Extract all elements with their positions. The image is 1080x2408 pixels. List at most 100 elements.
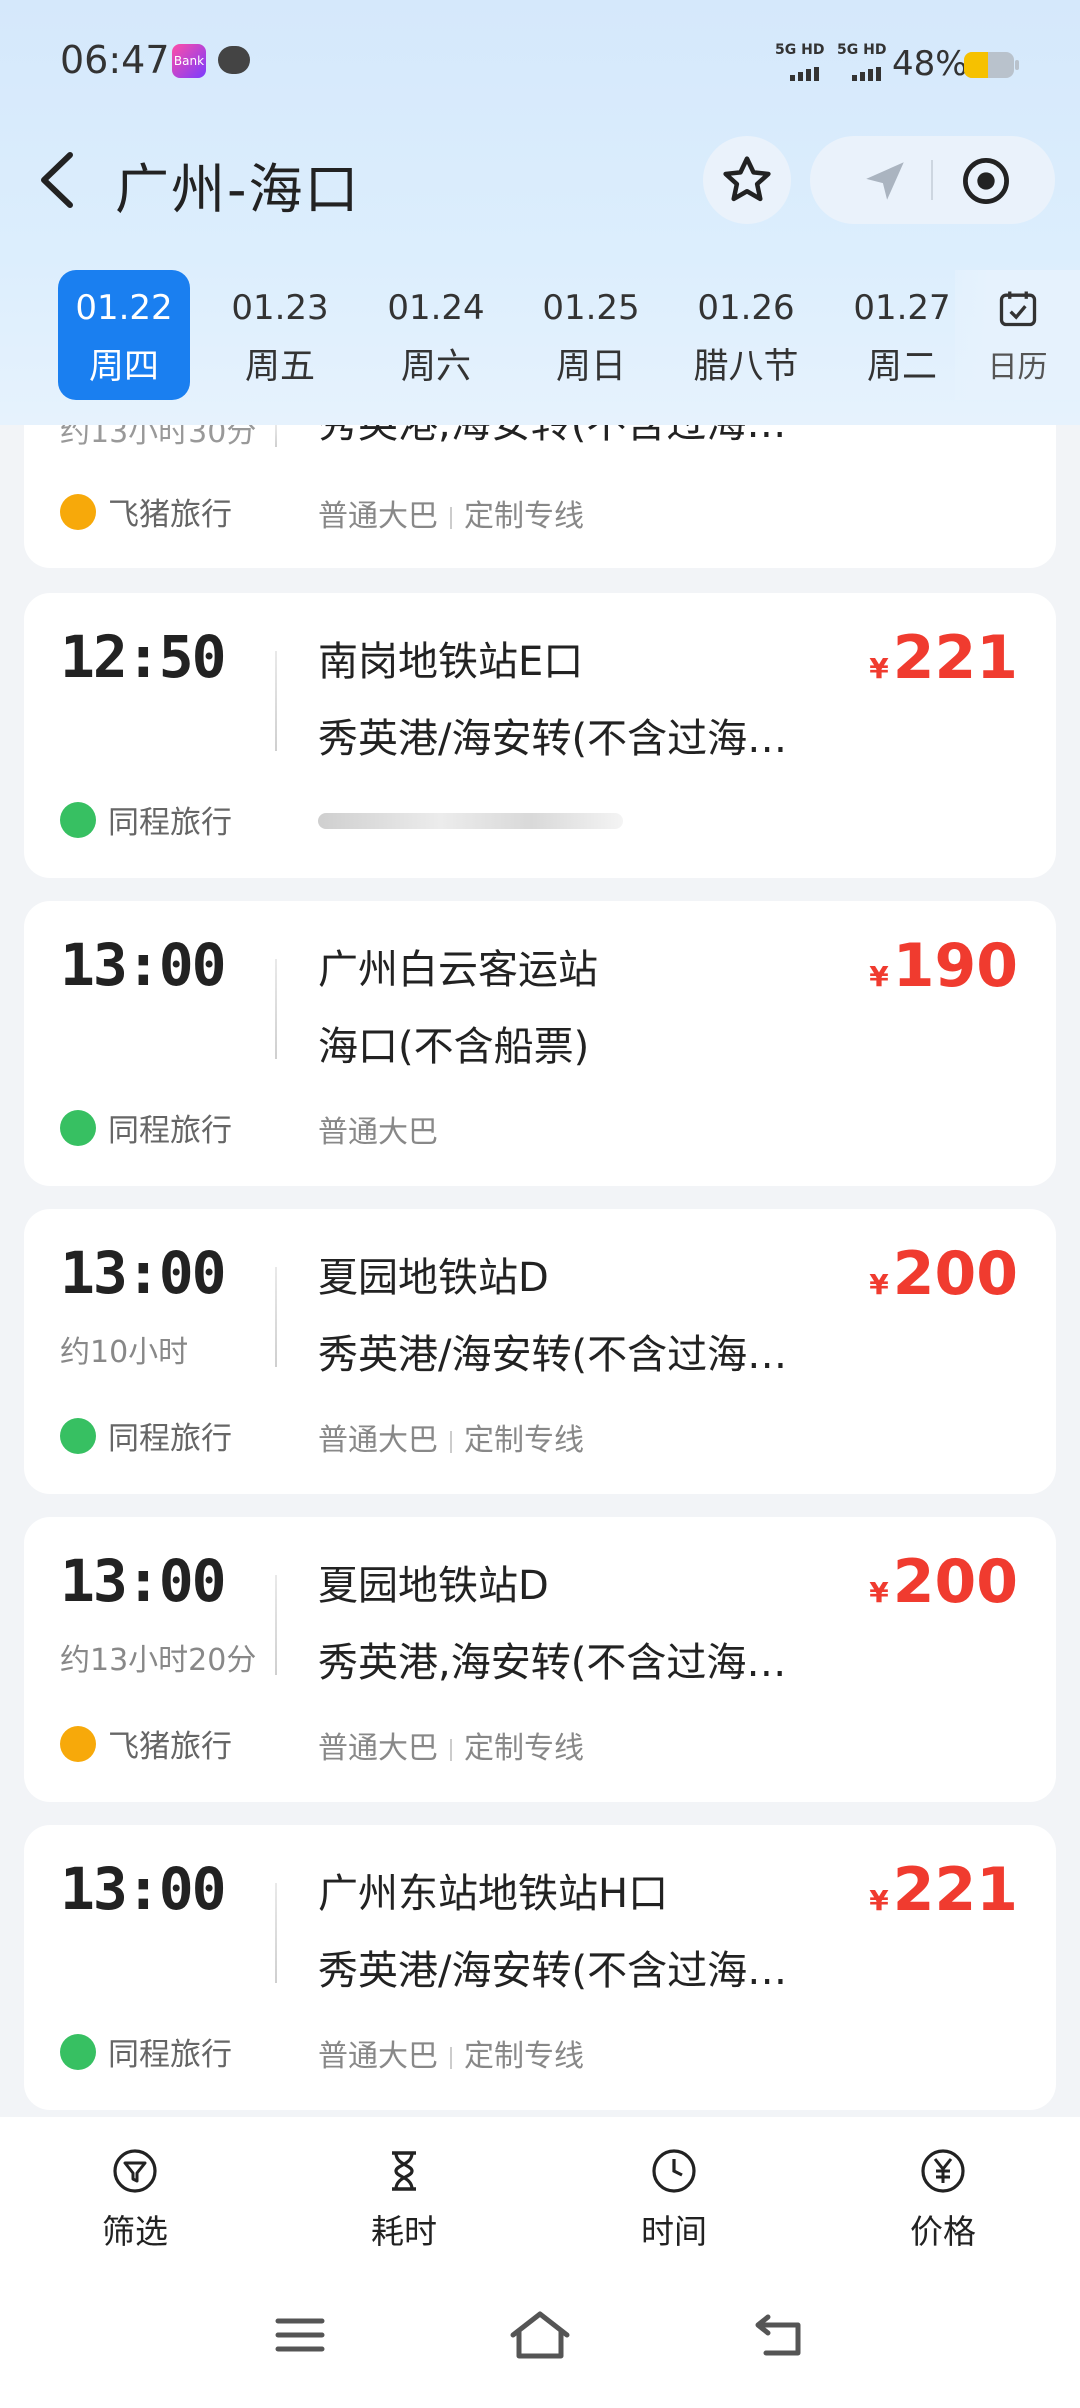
vendor-name: 飞猪旅行 [108,1729,232,1765]
date-tab-0126[interactable]: 01.26 腊八节 [680,270,812,400]
price: ¥190 [869,931,1018,1001]
bank-app-icon: Bank [172,44,206,78]
destination-label: 秀英港/海安转(不含过海… [318,1332,788,1378]
date-label: 01.25 [542,288,640,328]
tab-price[interactable]: 价格 [853,2147,1033,2253]
tab-label: 时间 [641,2212,707,2251]
signal-icon-1 [790,62,822,81]
currency-symbol: ¥ [869,1576,889,1609]
tab-label: 价格 [910,2212,976,2251]
price: ¥221 [869,623,1018,693]
tongcheng-logo-icon [60,801,96,838]
origin-label: 广州东站地铁站H口 [318,1871,669,1917]
fliggy-logo-icon [60,1725,96,1762]
result-card[interactable]: 12:50 南岗地铁站E口 秀英港/海安转(不含过海… ¥221 同程旅行 [24,593,1056,878]
network-label-2: 5G HD [837,42,887,58]
tag: 普通大巴 [318,1115,438,1150]
price: ¥221 [869,1855,1018,1925]
weekday-label: 腊八节 [693,347,799,387]
destination-label: 秀英港,海安转(不含过海… [318,425,786,449]
system-nav-bar [0,2267,1080,2408]
result-card[interactable]: 13:00 广州白云客运站 海口(不含船票) ¥190 同程旅行 普通大巴 [24,901,1056,1186]
close-miniapp-button[interactable] [960,155,1012,211]
date-tab-0122[interactable]: 01.22 周四 [58,270,190,400]
battery-icon [964,52,1014,78]
price-value: 221 [892,1855,1018,1925]
weekday-label: 周六 [400,347,471,387]
duration-label: 约10小时 [60,1335,189,1370]
result-card[interactable]: 13:00 约13小时20分 夏园地铁站D 秀英港,海安转(不含过海… ¥200… [24,1517,1056,1802]
target-icon [963,158,1009,204]
date-tab-0127[interactable]: 01.27 周二 [836,270,968,400]
capsule-menu [810,136,1055,224]
vendor: 同程旅行 [60,1413,232,1458]
date-tab-0123[interactable]: 01.23 周五 [214,270,346,400]
home-icon[interactable] [509,2309,571,2361]
departure-time: 13:00 [60,1855,227,1923]
tag: 普通大巴 [318,1423,438,1458]
weekday-label: 周日 [555,347,626,387]
tags: 普通大巴 定制专线 [318,1723,584,1767]
favorite-button[interactable] [703,136,791,224]
tab-label: 耗时 [371,2212,437,2251]
header-background: 06:47 Bank 5G HD 5G HD 48% 广州-海口 01.22 周… [0,0,1080,425]
vendor-name: 同程旅行 [108,1113,232,1149]
menu-icon[interactable] [275,2315,325,2355]
capsule-divider [931,160,933,200]
weekday-label: 周二 [866,347,937,387]
result-card[interactable]: 13:00 约10小时 夏园地铁站D 秀英港/海安转(不含过海… ¥200 同程… [24,1209,1056,1494]
calendar-icon [999,291,1036,327]
calendar-button[interactable]: 日历 [955,270,1080,400]
weekday-label: 周五 [244,347,315,387]
network-label-1: 5G HD [775,42,825,58]
calendar-label: 日历 [987,350,1048,385]
departure-time: 13:00 [60,1547,227,1615]
date-label: 01.22 [75,288,173,328]
tab-time[interactable]: 时间 [584,2147,764,2253]
price-value: 200 [892,1239,1018,1309]
date-label: 01.27 [853,288,951,328]
chevron-left-icon [41,152,73,208]
tags: 普通大巴 定制专线 [318,491,584,535]
tag: 普通大巴 [318,1731,438,1766]
date-tab-0125[interactable]: 01.25 周日 [525,270,657,400]
tab-label: 筛选 [102,2212,168,2251]
currency-symbol: ¥ [869,1268,889,1301]
vendor-name: 同程旅行 [108,1421,232,1457]
message-icon [218,46,250,74]
navigation-button[interactable] [860,156,910,210]
destination-label: 海口(不含船票) [318,1024,590,1070]
origin-label: 南岗地铁站E口 [318,639,584,685]
tag-divider [450,506,452,529]
date-tab-0124[interactable]: 01.24 周六 [370,270,502,400]
tab-duration[interactable]: 耗时 [314,2147,494,2253]
tags: 普通大巴 定制专线 [318,2031,584,2075]
star-icon [723,156,771,202]
tag: 定制专线 [464,499,584,534]
tag-divider [450,1738,452,1761]
duration-label: 约13小时20分 [60,1643,257,1678]
result-card[interactable]: 约13小时30分 秀英港,海安转(不含过海… 飞猪旅行 普通大巴定制专线 [24,425,1056,568]
result-card[interactable]: 13:00 广州东站地铁站H口 秀英港/海安转(不含过海… ¥221 同程旅行 … [24,1825,1056,2110]
back-button[interactable] [30,145,90,215]
route-line [275,1575,277,1675]
vendor: 飞猪旅行 [60,1721,232,1766]
date-label: 01.23 [231,288,329,328]
date-label: 01.24 [387,288,485,328]
route-line [275,651,277,751]
vendor-name: 同程旅行 [108,805,232,841]
vendor: 飞猪旅行 [60,489,232,534]
route-line [275,959,277,1059]
price-value: 200 [892,1547,1018,1617]
navigation-arrow-icon [866,162,904,200]
departure-time: 12:50 [60,623,227,691]
tab-filter[interactable]: 筛选 [45,2147,225,2253]
destination-label: 秀英港/海安转(不含过海… [318,716,788,762]
price-value: 221 [892,623,1018,693]
route-line [275,425,277,447]
tag: 定制专线 [464,1423,584,1458]
hourglass-icon [392,2151,416,2191]
page-title: 广州-海口 [115,158,361,221]
tongcheng-logo-icon [60,1417,96,1454]
back-nav-icon[interactable] [752,2311,808,2359]
